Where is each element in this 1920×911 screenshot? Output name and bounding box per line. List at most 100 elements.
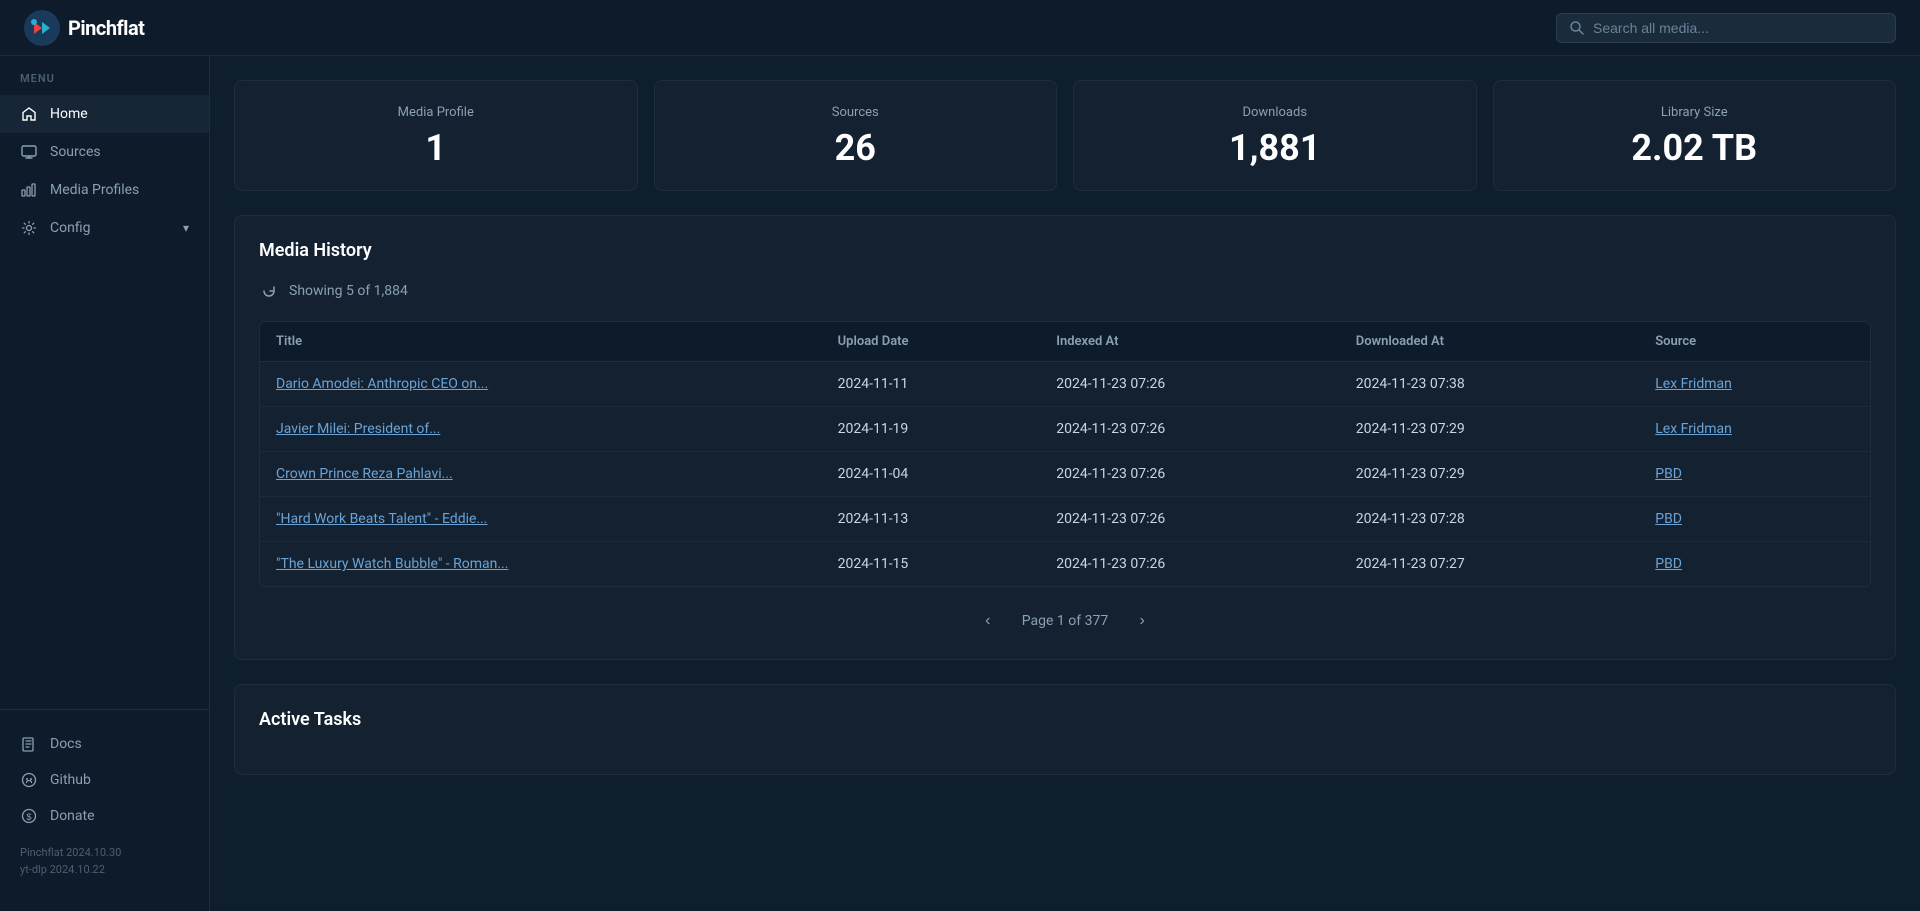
stat-label-3: Library Size [1518, 105, 1872, 120]
cell-title[interactable]: "Hard Work Beats Talent" - Eddie... [260, 497, 822, 542]
cell-title[interactable]: Crown Prince Reza Pahlavi... [260, 452, 822, 497]
book-icon [20, 735, 38, 753]
cell-downloaded-at: 2024-11-23 07:38 [1340, 362, 1640, 407]
active-tasks-title: Active Tasks [259, 709, 1871, 730]
search-container[interactable] [1556, 13, 1896, 43]
cell-upload-date: 2024-11-15 [822, 542, 1041, 587]
pagination: ‹ Page 1 of 377 › [259, 607, 1871, 635]
table-row: "Hard Work Beats Talent" - Eddie... 2024… [260, 497, 1870, 542]
sidebar-item-home[interactable]: Home [0, 95, 209, 133]
sidebar-item-docs[interactable]: Docs [0, 726, 209, 762]
donate-icon: $ [20, 807, 38, 825]
stat-card-downloads: Downloads 1,881 [1073, 80, 1477, 191]
col-source: Source [1639, 322, 1870, 362]
media-history-table-container: Title Upload Date Indexed At Downloaded … [259, 321, 1871, 587]
sidebar-item-donate[interactable]: $ Donate [0, 798, 209, 834]
donate-label: Donate [50, 808, 95, 824]
github-label: Github [50, 772, 91, 788]
cell-title[interactable]: "The Luxury Watch Bubble" - Roman... [260, 542, 822, 587]
cell-downloaded-at: 2024-11-23 07:29 [1340, 452, 1640, 497]
docs-label: Docs [50, 736, 82, 752]
cell-upload-date: 2024-11-11 [822, 362, 1041, 407]
col-downloaded-at: Downloaded At [1340, 322, 1640, 362]
cell-indexed-at: 2024-11-23 07:26 [1040, 407, 1340, 452]
cell-indexed-at: 2024-11-23 07:26 [1040, 542, 1340, 587]
cell-indexed-at: 2024-11-23 07:26 [1040, 497, 1340, 542]
search-icon [1569, 20, 1585, 36]
cell-title[interactable]: Dario Amodei: Anthropic CEO on... [260, 362, 822, 407]
sidebar-item-home-label: Home [50, 106, 88, 122]
main-content: Media Profile 1 Sources 26 Downloads 1,8… [210, 56, 1920, 911]
sidebar: MENU Home Sources [0, 56, 210, 911]
media-history-title: Media History [259, 240, 1871, 261]
layout: MENU Home Sources [0, 56, 1920, 911]
github-icon [20, 771, 38, 789]
monitor-icon [20, 143, 38, 161]
sidebar-item-media-profiles[interactable]: Media Profiles [0, 171, 209, 209]
stat-card-media-profile: Media Profile 1 [234, 80, 638, 191]
cell-source[interactable]: PBD [1639, 452, 1870, 497]
media-history-section: Media History Showing 5 of 1,884 Title U… [234, 215, 1896, 660]
cell-downloaded-at: 2024-11-23 07:29 [1340, 407, 1640, 452]
prev-page-button[interactable]: ‹ [974, 607, 1002, 635]
version1: Pinchflat 2024.10.30 [20, 844, 189, 862]
sidebar-item-config-label: Config [50, 220, 90, 236]
stat-value-1: 26 [679, 130, 1033, 166]
cell-source[interactable]: PBD [1639, 542, 1870, 587]
stat-card-library-size: Library Size 2.02 TB [1493, 80, 1897, 191]
stat-label-1: Sources [679, 105, 1033, 120]
stats-row: Media Profile 1 Sources 26 Downloads 1,8… [234, 80, 1896, 191]
refresh-icon[interactable] [259, 281, 279, 301]
page-label: Page 1 of 377 [1022, 613, 1108, 629]
topbar: Pinchflat [0, 0, 1920, 56]
next-page-button[interactable]: › [1128, 607, 1156, 635]
stat-card-sources: Sources 26 [654, 80, 1058, 191]
table-row: "The Luxury Watch Bubble" - Roman... 202… [260, 542, 1870, 587]
showing-text: Showing 5 of 1,884 [289, 283, 408, 299]
logo: Pinchflat [24, 10, 144, 46]
sidebar-item-sources[interactable]: Sources [0, 133, 209, 171]
logo-icon [24, 10, 60, 46]
cell-upload-date: 2024-11-19 [822, 407, 1041, 452]
gear-icon [20, 219, 38, 237]
version2: yt-dlp 2024.10.22 [20, 861, 189, 879]
menu-label: MENU [0, 72, 209, 95]
cell-title[interactable]: Javier Milei: President of... [260, 407, 822, 452]
table-row: Dario Amodei: Anthropic CEO on... 2024-1… [260, 362, 1870, 407]
sidebar-item-config[interactable]: Config ▾ [0, 209, 209, 247]
config-left: Config [20, 219, 90, 237]
cell-source[interactable]: Lex Fridman [1639, 362, 1870, 407]
stat-label-0: Media Profile [259, 105, 613, 120]
bar-chart-icon [20, 181, 38, 199]
showing-row: Showing 5 of 1,884 [259, 281, 1871, 301]
svg-text:$: $ [27, 812, 32, 822]
app-name: Pinchflat [68, 16, 144, 40]
col-title: Title [260, 322, 822, 362]
stat-value-0: 1 [259, 130, 613, 166]
cell-indexed-at: 2024-11-23 07:26 [1040, 452, 1340, 497]
media-history-body: Dario Amodei: Anthropic CEO on... 2024-1… [260, 362, 1870, 587]
table-row: Crown Prince Reza Pahlavi... 2024-11-04 … [260, 452, 1870, 497]
cell-downloaded-at: 2024-11-23 07:27 [1340, 542, 1640, 587]
stat-value-3: 2.02 TB [1518, 130, 1872, 166]
stat-value-2: 1,881 [1098, 130, 1452, 166]
table-header-row: Title Upload Date Indexed At Downloaded … [260, 322, 1870, 362]
sidebar-bottom: Docs Github $ [0, 709, 209, 895]
sidebar-nav: Home Sources [0, 95, 209, 709]
cell-source[interactable]: PBD [1639, 497, 1870, 542]
search-input[interactable] [1593, 20, 1883, 36]
cell-upload-date: 2024-11-04 [822, 452, 1041, 497]
cell-source[interactable]: Lex Fridman [1639, 407, 1870, 452]
table-row: Javier Milei: President of... 2024-11-19… [260, 407, 1870, 452]
active-tasks-section: Active Tasks [234, 684, 1896, 775]
sidebar-item-github[interactable]: Github [0, 762, 209, 798]
sidebar-item-media-profiles-label: Media Profiles [50, 182, 139, 198]
cell-upload-date: 2024-11-13 [822, 497, 1041, 542]
home-icon [20, 105, 38, 123]
sidebar-item-sources-label: Sources [50, 144, 101, 160]
cell-downloaded-at: 2024-11-23 07:28 [1340, 497, 1640, 542]
cell-indexed-at: 2024-11-23 07:26 [1040, 362, 1340, 407]
version-info: Pinchflat 2024.10.30 yt-dlp 2024.10.22 [0, 834, 209, 879]
chevron-down-icon: ▾ [183, 221, 189, 235]
col-indexed-at: Indexed At [1040, 322, 1340, 362]
